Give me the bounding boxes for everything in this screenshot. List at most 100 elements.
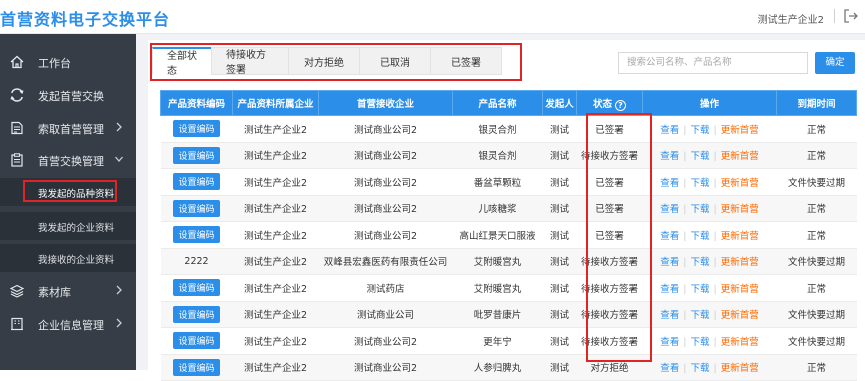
download-link[interactable]: 下载 — [690, 284, 709, 295]
cell-expiry: 正常 — [776, 142, 857, 169]
view-link[interactable]: 查看 — [660, 310, 679, 321]
column-header[interactable]: 到期时间 — [776, 90, 857, 116]
view-link[interactable]: 查看 — [660, 178, 679, 189]
set-code-button[interactable]: 设置编码 — [173, 305, 220, 323]
update-link[interactable]: 更新首营 — [721, 151, 759, 162]
sidebar-item-company-info[interactable]: 企业信息管理 — [0, 309, 136, 339]
set-code-button[interactable]: 设置编码 — [173, 358, 220, 376]
cell-expiry: 正常 — [776, 221, 857, 249]
set-code-button[interactable]: 设置编码 — [173, 120, 220, 138]
download-link[interactable]: 下载 — [690, 151, 709, 162]
download-link[interactable]: 下载 — [690, 337, 709, 348]
logout-icon[interactable] — [843, 8, 859, 24]
set-code-button[interactable]: 设置编码 — [173, 332, 220, 350]
download-link[interactable]: 下载 — [690, 231, 709, 242]
sidebar-item-workbench[interactable]: 工作台 — [0, 47, 136, 77]
view-link[interactable]: 查看 — [660, 125, 679, 136]
tab-all-status[interactable]: 全部状态 — [152, 47, 212, 77]
status-tabs: 全部状态 待接收方签署 对方拒绝 已取消 已签署 — [152, 47, 502, 77]
download-link[interactable]: 下载 — [690, 125, 709, 136]
tab-rejected[interactable]: 对方拒绝 — [288, 47, 360, 75]
cell-expiry: 文件快要过期 — [776, 301, 857, 328]
update-link[interactable]: 更新首营 — [721, 231, 759, 242]
initiator-value: 测试 — [549, 230, 569, 242]
cell-initiator: 测试 — [542, 301, 577, 328]
update-link[interactable]: 更新首营 — [721, 204, 759, 215]
column-header[interactable]: 首营接收企业 — [318, 90, 453, 116]
receiver-company-value: 测试商业公司2 — [353, 124, 418, 136]
sidebar-item-exchange-management[interactable]: 首营交换管理 — [0, 145, 136, 175]
top-header: 首营资料电子交换平台 测试生产企业2 — [0, 0, 865, 34]
tab-signed[interactable]: 已签署 — [430, 47, 502, 75]
download-link[interactable]: 下载 — [690, 257, 709, 268]
view-link[interactable]: 查看 — [660, 284, 679, 295]
sidebar-item-request-management[interactable]: 索取首营管理 — [0, 113, 136, 143]
update-link[interactable]: 更新首营 — [721, 310, 759, 321]
current-user[interactable]: 测试生产企业2 — [758, 11, 824, 26]
update-link[interactable]: 更新首营 — [721, 178, 759, 189]
column-header[interactable]: 产品名称 — [452, 90, 543, 116]
cell-operations: 查看 | 下载 | 更新首营 — [642, 301, 777, 328]
tab-cancelled[interactable]: 已取消 — [359, 47, 431, 75]
table-row: 设置编码 测试生产企业2 测试商业公司2 高山红景天口服液 测试 已签署 查看 | 下载 | 更新首… — [160, 221, 857, 249]
update-link[interactable]: 更新首营 — [721, 125, 759, 136]
set-code-button[interactable]: 设置编码 — [173, 173, 220, 191]
view-link[interactable]: 查看 — [660, 204, 679, 215]
update-link[interactable]: 更新首营 — [721, 257, 759, 268]
cell-expiry: 文件快要过期 — [776, 327, 857, 355]
expiry-value: 正常 — [806, 204, 826, 216]
view-link[interactable]: 查看 — [660, 257, 679, 268]
receiver-company-value: 测试商业公司2 — [353, 363, 418, 375]
update-link[interactable]: 更新首营 — [721, 363, 759, 374]
set-code-button[interactable]: 设置编码 — [173, 279, 220, 297]
help-icon[interactable]: ? — [615, 99, 626, 111]
product-name-value: 高山红景天口服液 — [459, 230, 536, 242]
cell-receiver-company: 测试商业公司2 — [318, 221, 453, 249]
sidebar-subitem-my-company-docs[interactable]: 我发起的企业资料 — [0, 212, 136, 240]
column-header[interactable]: 产品资料编码 — [160, 90, 233, 116]
search-confirm-button[interactable]: 确定 — [815, 52, 855, 74]
op-separator: | — [683, 230, 687, 242]
cell-operations: 查看 | 下载 | 更新首营 — [642, 354, 777, 381]
cell-owner-company: 测试生产企业2 — [232, 195, 319, 222]
view-link[interactable]: 查看 — [660, 337, 679, 348]
initiator-value: 测试 — [549, 336, 569, 348]
cell-product-code: 设置编码 — [160, 115, 233, 143]
cell-product-code: 设置编码 — [160, 221, 233, 249]
product-name-value: 更年宁 — [483, 336, 512, 348]
search-input[interactable]: 搜索公司名称、产品名称 — [618, 52, 808, 74]
cell-product-code: 设置编码 — [160, 301, 233, 328]
product-name-value: 银灵合剂 — [478, 151, 517, 163]
column-header[interactable]: 产品资料所属企业 — [232, 90, 319, 116]
chevron-right-icon — [116, 122, 122, 132]
owner-company-value: 测试生产企业2 — [243, 310, 308, 322]
cell-status: 待接收方签署 — [576, 274, 643, 302]
cell-product-code: 设置编码 — [160, 354, 233, 381]
update-link[interactable]: 更新首营 — [721, 284, 759, 295]
update-link[interactable]: 更新首营 — [721, 337, 759, 348]
view-link[interactable]: 查看 — [660, 151, 679, 162]
view-link[interactable]: 查看 — [660, 231, 679, 242]
set-code-button[interactable]: 设置编码 — [173, 226, 220, 244]
op-separator: | — [713, 336, 717, 348]
sidebar-item-label: 首营交换管理 — [38, 155, 104, 168]
view-link[interactable]: 查看 — [660, 363, 679, 374]
set-code-button[interactable]: 设置编码 — [173, 199, 220, 217]
receiver-company-value: 测试商业公司2 — [353, 177, 418, 189]
sidebar-subitem-my-product-docs[interactable]: 我发起的品种资料 — [0, 178, 136, 206]
download-link[interactable]: 下载 — [690, 363, 709, 374]
download-link[interactable]: 下载 — [690, 204, 709, 215]
column-header[interactable]: 发起人 — [542, 90, 577, 116]
op-separator: | — [683, 177, 687, 189]
column-header-status[interactable]: 状态? — [576, 90, 643, 116]
tab-pending-signature[interactable]: 待接收方签署 — [211, 47, 289, 76]
sidebar-subitem-received-company-docs[interactable]: 我接收的企业资料 — [0, 244, 136, 272]
download-link[interactable]: 下载 — [690, 178, 709, 189]
download-link[interactable]: 下载 — [690, 310, 709, 321]
table-row: 设置编码 测试生产企业2 测试商业公司2 更年宁 测试 待接收方签署 查看 | 下载 | 更新首营文… — [160, 327, 857, 355]
column-header[interactable]: 操作 — [642, 90, 777, 116]
sidebar-item-material-library[interactable]: 素材库 — [0, 276, 136, 306]
set-code-button[interactable]: 设置编码 — [173, 146, 220, 164]
sidebar-item-start-exchange[interactable]: 发起首营交换 — [0, 80, 136, 110]
product-name-value: 银灵合剂 — [478, 124, 517, 136]
